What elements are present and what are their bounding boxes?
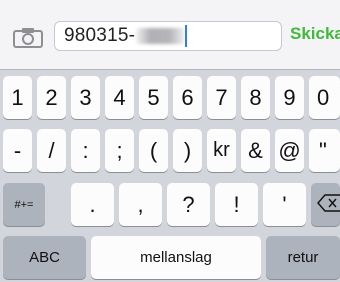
key-colon[interactable]: : xyxy=(71,129,100,172)
backspace-icon xyxy=(317,192,340,218)
key-at[interactable]: @ xyxy=(275,129,304,172)
key-ampersand[interactable]: & xyxy=(241,129,270,172)
key-open-paren[interactable]: ( xyxy=(139,129,168,172)
return-key[interactable]: retur xyxy=(266,236,340,279)
space-key[interactable]: mellanslag xyxy=(91,236,261,279)
input-toolbar: 980315- Skicka xyxy=(0,0,340,70)
key-exclamation[interactable]: ! xyxy=(215,183,258,226)
message-input[interactable]: 980315- xyxy=(54,21,282,51)
key-quote[interactable]: " xyxy=(309,129,340,172)
key-0[interactable]: 0 xyxy=(309,76,340,119)
key-kr[interactable]: kr xyxy=(207,129,236,172)
more-symbols-key[interactable]: #+= xyxy=(3,183,45,226)
key-slash[interactable]: / xyxy=(37,129,66,172)
delete-key[interactable] xyxy=(311,183,340,226)
key-comma[interactable]: , xyxy=(119,183,162,226)
key-semicolon[interactable]: ; xyxy=(105,129,134,172)
abc-key[interactable]: ABC xyxy=(3,236,86,279)
key-4[interactable]: 4 xyxy=(105,76,134,119)
key-question[interactable]: ? xyxy=(167,183,210,226)
key-8[interactable]: 8 xyxy=(241,76,270,119)
key-hyphen[interactable]: - xyxy=(3,129,32,172)
key-3[interactable]: 3 xyxy=(71,76,100,119)
key-1[interactable]: 1 xyxy=(3,76,32,119)
key-apostrophe[interactable]: ' xyxy=(263,183,306,226)
key-period[interactable]: . xyxy=(71,183,114,226)
redacted-text xyxy=(136,28,185,44)
key-2[interactable]: 2 xyxy=(37,76,66,119)
key-9[interactable]: 9 xyxy=(275,76,304,119)
text-caret xyxy=(185,25,188,47)
key-close-paren[interactable]: ) xyxy=(173,129,202,172)
camera-icon[interactable] xyxy=(13,27,43,48)
key-5[interactable]: 5 xyxy=(139,76,168,119)
send-button[interactable]: Skicka xyxy=(290,24,340,44)
key-6[interactable]: 6 xyxy=(173,76,202,119)
message-input-text: 980315- xyxy=(64,25,136,46)
key-7[interactable]: 7 xyxy=(207,76,236,119)
